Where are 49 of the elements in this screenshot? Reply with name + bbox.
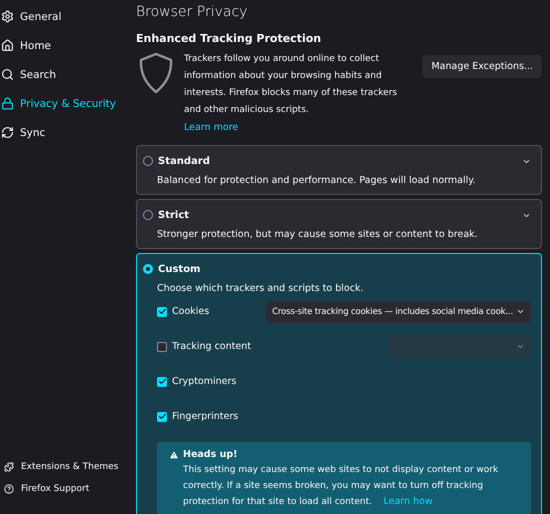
learn-how-link[interactable]: Learn how [383,496,433,507]
option-description: Balanced for protection and performance. Pages will load normally. [156,175,477,186]
sidebar-item[interactable]: General [0,2,132,31]
option-description: Choose which trackers and scripts to block. [156,283,364,294]
checkbox[interactable] [157,342,167,352]
protection-option-card[interactable]: Strict Stronger protection, but may cause some sites or content to break. [136,199,542,249]
padlock-icon [1,97,14,110]
description-text: Trackers follow you around online to collect information about your browsing habits and interests. Firefox blocks many of these trackers and other malicious scripts. Learn more [184,53,398,135]
check-icon [158,377,166,386]
checkbox-label: Fingerprinters [172,411,240,422]
checkbox[interactable] [157,306,167,316]
gear-icon [1,10,14,23]
option-title: Strict [158,210,190,220]
house-icon [1,39,14,52]
option-title: Standard [158,156,211,166]
protection-option-card[interactable]: Standard Balanced for protection and performance. Pages will load normally. [136,145,542,195]
sync-icon [1,126,14,139]
sidebar-link[interactable]: Firefox Support [0,478,132,500]
puzzle-icon [4,462,14,472]
warning-text: This setting may cause some web sites to not display content or work correctly. If a site seems broken, you may want to turn off tracking protection for that site to load all content. Learn how [182,464,500,509]
warning-title: Heads up! [183,449,238,460]
checkbox-label: Cryptominers [172,376,238,387]
radio-button[interactable] [143,156,153,166]
sidebar-item[interactable]: Home [0,31,132,60]
check-icon [158,412,166,421]
sidebar-link[interactable]: Extensions & Themes [0,456,132,478]
warning-icon [169,450,179,460]
checkbox[interactable] [157,412,167,422]
sidebar-item[interactable]: Search [0,60,132,89]
radio-button[interactable] [143,264,153,274]
checkbox[interactable] [157,376,167,386]
learn-more-link[interactable]: Learn more [184,122,238,133]
checkbox-label: Tracking content [172,341,252,352]
sidebar-item[interactable]: Privacy & Security [0,89,132,118]
checkbox-label: Cookies [172,306,210,317]
page-title: Browser Privacy [136,4,248,20]
caret-icon [516,307,525,316]
radio-button[interactable] [143,210,153,220]
section-title: Enhanced Tracking Protection [136,32,322,45]
option-description: Stronger protection, but may cause some sites or content to break. [156,229,479,240]
caret-icon [516,342,525,351]
protection-option-card[interactable] [136,253,542,514]
sidebar-item[interactable]: Sync [0,118,132,147]
option-title: Custom [158,264,202,274]
check-icon [158,307,166,316]
manage-exceptions-button[interactable]: Manage Exceptions... [422,55,542,78]
search-icon [1,68,14,81]
help-icon [4,484,14,494]
dropdown[interactable]: Cross-site tracking cookies — includes social media cook... [266,300,531,322]
